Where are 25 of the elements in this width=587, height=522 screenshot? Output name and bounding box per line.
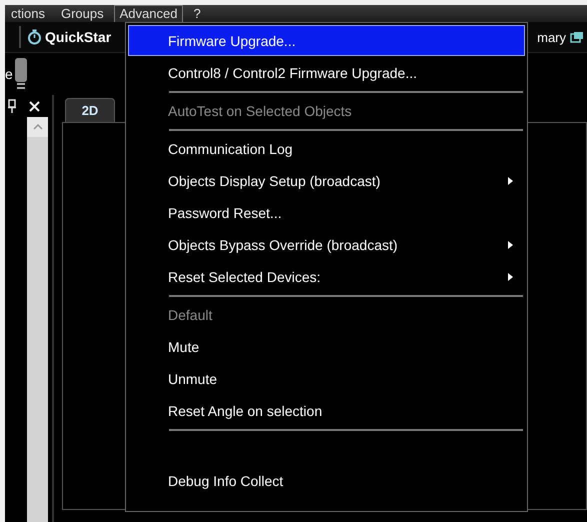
panel-label: e <box>5 66 13 82</box>
menu-item[interactable]: Mute <box>128 331 525 363</box>
close-icon[interactable] <box>29 100 40 112</box>
stopwatch-icon <box>27 29 42 45</box>
menu-bar-item[interactable]: Groups <box>54 4 110 22</box>
quickstart-button[interactable]: QuickStar <box>27 29 112 45</box>
menu-item[interactable]: Objects Display Setup (broadcast) <box>128 165 525 197</box>
menu-item[interactable]: Reset Selected Devices: <box>128 261 525 293</box>
menu-bar-item[interactable]: Advanced <box>114 4 184 22</box>
menu-bar-item[interactable]: ctions <box>5 4 51 22</box>
menu-item[interactable]: Debug Info Collect <box>128 465 525 497</box>
menu-item[interactable]: Objects Bypass Override (broadcast) <box>128 229 525 261</box>
menu-item[interactable]: Reset Angle on selection <box>128 395 525 427</box>
tab[interactable]: 2D <box>65 98 115 122</box>
device-icon[interactable] <box>14 57 28 91</box>
window-icon <box>570 31 584 43</box>
menu-item[interactable]: Firmware Upgrade... <box>128 25 525 56</box>
menu-bar-item[interactable]: ? <box>187 4 207 22</box>
summary-button[interactable]: mary <box>537 30 587 44</box>
menu-item[interactable]: Control8 / Control2 Firmware Upgrade... <box>128 57 525 89</box>
menu-item[interactable]: Unmute <box>128 363 525 395</box>
menu-item[interactable]: Communication Log <box>128 133 525 165</box>
pin-icon[interactable] <box>7 99 17 113</box>
scrollbar[interactable] <box>27 117 48 522</box>
menu-item[interactable]: Password Reset... <box>128 197 525 229</box>
